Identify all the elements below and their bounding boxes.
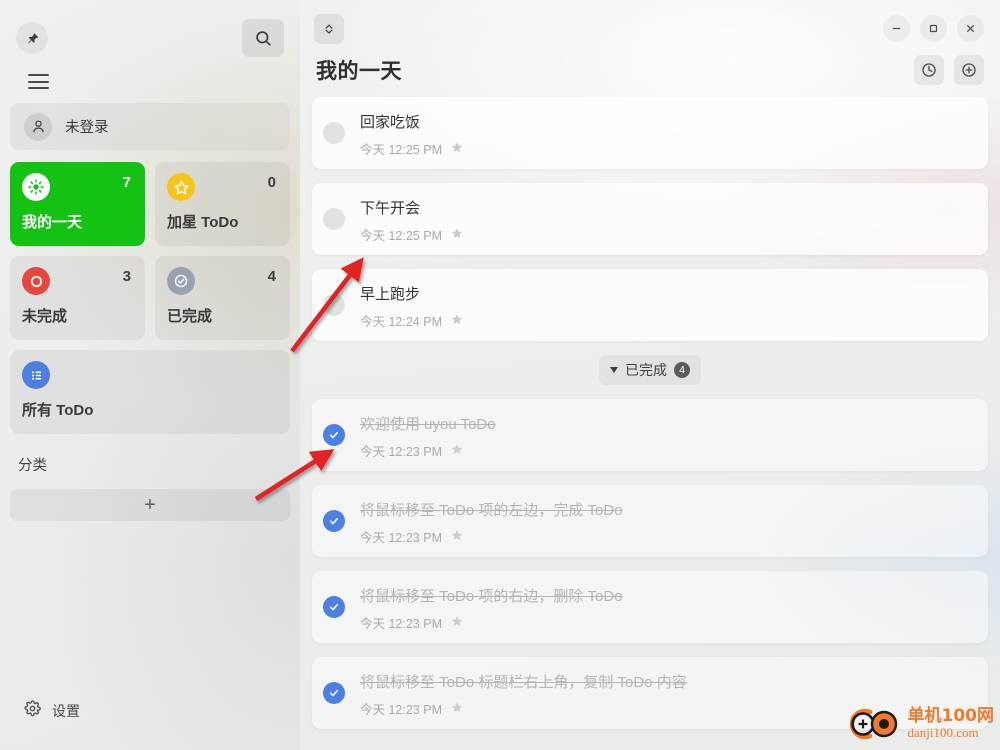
todo-title: 下午开会 xyxy=(360,200,421,217)
search-button[interactable] xyxy=(242,19,284,57)
check-circle-icon xyxy=(167,267,195,295)
sidebar-topbar xyxy=(10,0,290,64)
add-todo-button[interactable] xyxy=(954,55,984,85)
list-icon xyxy=(22,361,50,389)
incomplete-label: 未完成 xyxy=(22,308,68,325)
main-topbar xyxy=(300,0,1000,45)
todo-meta: 今天 12:25 PM xyxy=(360,139,463,158)
sidebar-item-incomplete[interactable]: 3 未完成 xyxy=(10,256,145,340)
todo-time: 今天 12:23 PM xyxy=(360,445,442,459)
app-window: 未登录 7 我的一天 0 加星 ToDo 3 未完成 4 已完成 所有 ToDo… xyxy=(0,0,1000,750)
person-icon xyxy=(24,112,52,141)
completed-section-label: 已完成 xyxy=(625,362,667,378)
title-actions xyxy=(914,55,984,85)
star-icon[interactable] xyxy=(451,226,463,244)
todo-time: 今天 12:23 PM xyxy=(360,703,442,717)
my-day-label: 我的一天 xyxy=(22,214,83,231)
todo-meta: 今天 12:23 PM xyxy=(360,613,463,632)
page-title: 我的一天 xyxy=(316,60,402,83)
watermark-text: 单机100网 danji100.com xyxy=(907,706,995,741)
star-icon[interactable] xyxy=(451,700,463,718)
todo-checkbox-checked[interactable] xyxy=(323,596,345,618)
minimize-button[interactable] xyxy=(883,15,910,42)
star-icon[interactable] xyxy=(451,140,463,158)
todo-time: 今天 12:25 PM xyxy=(360,229,442,243)
todo-item-completed[interactable]: 将鼠标移至 ToDo 项的左边，完成 ToDo 今天 12:23 PM xyxy=(312,485,988,557)
todo-time: 今天 12:24 PM xyxy=(360,315,442,329)
category-section-title: 分类 xyxy=(18,458,47,474)
completed-label: 已完成 xyxy=(167,308,213,325)
todo-item-completed[interactable]: 将鼠标移至 ToDo 项的右边，删除 ToDo 今天 12:23 PM xyxy=(312,571,988,643)
completed-section-count: 4 xyxy=(674,362,690,378)
todo-title: 将鼠标移至 ToDo 标题栏右上角，复制 ToDo 内容 xyxy=(360,674,687,691)
todo-title: 将鼠标移至 ToDo 项的左边，完成 ToDo xyxy=(360,502,623,519)
todo-time: 今天 12:23 PM xyxy=(360,617,442,631)
completed-section-header: 已完成 4 xyxy=(300,355,1000,385)
chevron-updown-icon[interactable] xyxy=(314,13,344,44)
close-button[interactable] xyxy=(957,15,984,42)
todo-item[interactable]: 回家吃饭 今天 12:25 PM xyxy=(312,97,988,169)
todo-time: 今天 12:25 PM xyxy=(360,143,442,157)
watermark-en: danji100.com xyxy=(907,725,979,741)
todo-checkbox[interactable] xyxy=(323,208,345,230)
todo-meta: 今天 12:23 PM xyxy=(360,527,463,546)
watermark-logo-icon xyxy=(849,708,897,740)
star-icon[interactable] xyxy=(451,442,463,460)
maximize-button[interactable] xyxy=(920,15,947,42)
chevron-down-icon xyxy=(610,367,618,373)
main-panel: 我的一天 回家吃饭 今天 12:25 PM 下午开会 今天 12:25 PM 早… xyxy=(300,0,1000,750)
todo-item[interactable]: 下午开会 今天 12:25 PM xyxy=(312,183,988,255)
todo-meta: 今天 12:23 PM xyxy=(360,441,463,460)
todo-meta: 今天 12:24 PM xyxy=(360,311,463,330)
todo-time: 今天 12:23 PM xyxy=(360,531,442,545)
todo-checkbox-checked[interactable] xyxy=(323,510,345,532)
hamburger-icon[interactable] xyxy=(28,74,49,89)
circle-icon xyxy=(22,267,50,295)
todo-list: 回家吃饭 今天 12:25 PM 下午开会 今天 12:25 PM 早上跑步 今… xyxy=(300,97,1000,750)
todo-meta: 今天 12:25 PM xyxy=(360,225,463,244)
todo-item-completed[interactable]: 欢迎使用 uyou ToDo 今天 12:23 PM xyxy=(312,399,988,471)
pin-icon[interactable] xyxy=(16,22,48,54)
all-todo-label: 所有 ToDo xyxy=(22,402,94,419)
window-controls xyxy=(883,15,984,42)
sidebar-item-all-todo[interactable]: 所有 ToDo xyxy=(10,350,290,434)
completed-count: 4 xyxy=(267,268,276,285)
todo-checkbox-checked[interactable] xyxy=(323,682,345,704)
starred-label: 加星 ToDo xyxy=(167,214,239,231)
settings-label: 设置 xyxy=(52,703,80,719)
settings-button[interactable]: 设置 xyxy=(24,700,80,722)
user-login-row[interactable]: 未登录 xyxy=(10,103,290,150)
completed-toggle[interactable]: 已完成 4 xyxy=(599,355,701,385)
user-login-label: 未登录 xyxy=(65,120,109,136)
todo-title: 欢迎使用 uyou ToDo xyxy=(360,416,496,433)
sidebar-item-my-day[interactable]: 7 我的一天 xyxy=(10,162,145,246)
watermark: 单机100网 danji100.com xyxy=(846,704,995,744)
incomplete-count: 3 xyxy=(122,268,131,285)
star-icon[interactable] xyxy=(451,312,463,330)
todo-title: 将鼠标移至 ToDo 项的右边，删除 ToDo xyxy=(360,588,623,605)
star-icon xyxy=(167,173,195,201)
sidebar-item-starred[interactable]: 0 加星 ToDo xyxy=(155,162,290,246)
history-button[interactable] xyxy=(914,55,944,85)
starred-count: 0 xyxy=(267,174,276,191)
sidebar-item-completed[interactable]: 4 已完成 xyxy=(155,256,290,340)
star-icon[interactable] xyxy=(451,528,463,546)
add-category-button[interactable]: + xyxy=(10,489,290,521)
category-cards: 7 我的一天 0 加星 ToDo 3 未完成 4 已完成 所有 ToDo xyxy=(10,162,290,434)
todo-checkbox[interactable] xyxy=(323,122,345,144)
add-category-label: + xyxy=(144,494,156,516)
star-icon[interactable] xyxy=(451,614,463,632)
todo-item[interactable]: 早上跑步 今天 12:24 PM xyxy=(312,269,988,341)
todo-checkbox[interactable] xyxy=(323,294,345,316)
my-day-count: 7 xyxy=(122,174,131,191)
todo-title: 早上跑步 xyxy=(360,286,421,303)
gear-icon xyxy=(24,700,41,722)
main-title-row: 我的一天 xyxy=(300,45,1000,91)
watermark-cn: 单机100网 xyxy=(907,706,995,727)
todo-meta: 今天 12:23 PM xyxy=(360,699,463,718)
todo-title: 回家吃饭 xyxy=(360,114,421,131)
sidebar: 未登录 7 我的一天 0 加星 ToDo 3 未完成 4 已完成 所有 ToDo… xyxy=(0,0,300,750)
sun-icon xyxy=(22,173,50,201)
todo-checkbox-checked[interactable] xyxy=(323,424,345,446)
